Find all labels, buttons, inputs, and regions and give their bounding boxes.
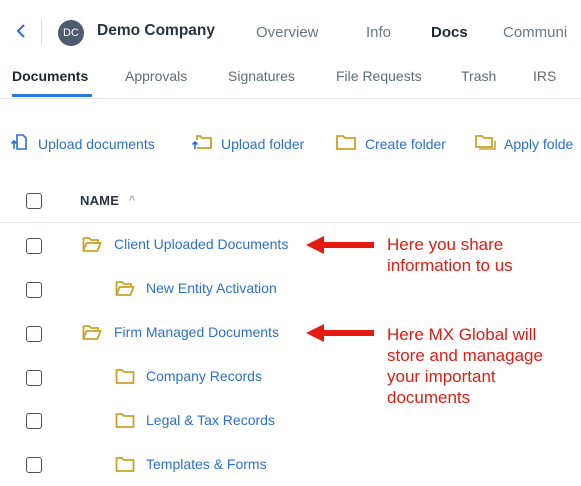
- folder-icon: [115, 456, 135, 472]
- row-checkbox[interactable]: [26, 370, 42, 386]
- upload-file-icon: [10, 132, 30, 157]
- folder-name[interactable]: Client Uploaded Documents: [114, 236, 288, 252]
- name-header-label: NAME: [80, 193, 120, 208]
- active-tab-indicator: [12, 94, 92, 97]
- folder-icon: [335, 133, 357, 156]
- company-avatar: DC: [58, 20, 84, 46]
- folder-name[interactable]: New Entity Activation: [146, 280, 277, 296]
- row-checkbox[interactable]: [26, 413, 42, 429]
- folder-template-icon: [474, 133, 496, 156]
- folder-open-icon: [115, 280, 135, 296]
- table-row[interactable]: [0, 442, 581, 486]
- subtab-file-requests[interactable]: File Requests: [336, 68, 422, 84]
- folder-name[interactable]: Legal & Tax Records: [146, 412, 275, 428]
- company-name[interactable]: Demo Company: [97, 22, 215, 40]
- folder-icon: [115, 412, 135, 428]
- select-all-checkbox[interactable]: [26, 193, 42, 209]
- sort-ascending-icon: ^: [128, 193, 136, 208]
- apply-folder-label: Apply folde: [504, 136, 574, 152]
- apply-folder-template-button[interactable]: Apply folde: [474, 134, 573, 154]
- back-chevron-icon[interactable]: [14, 20, 28, 42]
- upload-folder-icon: [191, 132, 213, 157]
- folder-open-icon: [82, 324, 102, 340]
- name-column-header[interactable]: NAME ^: [80, 193, 135, 208]
- tab-overview[interactable]: Overview: [256, 24, 319, 41]
- annotation-firm-managed: Here MX Global will store and managage y…: [387, 325, 543, 407]
- create-folder-label: Create folder: [365, 136, 446, 152]
- tab-docs[interactable]: Docs: [431, 24, 468, 41]
- red-arrow-icon: [306, 324, 374, 342]
- row-checkbox[interactable]: [26, 238, 42, 254]
- row-checkbox[interactable]: [26, 457, 42, 473]
- subtab-trash[interactable]: Trash: [461, 68, 496, 84]
- folder-name[interactable]: Company Records: [146, 368, 262, 384]
- row-checkbox[interactable]: [26, 326, 42, 342]
- top-navigation: DC Demo Company Overview Info Docs Commu…: [0, 0, 581, 62]
- subtab-signatures[interactable]: Signatures: [228, 68, 295, 84]
- red-arrow-icon: [306, 236, 374, 254]
- folder-name[interactable]: Firm Managed Documents: [114, 324, 279, 340]
- annotation-client-uploaded: Here you share information to us: [387, 235, 513, 275]
- folder-icon: [115, 368, 135, 384]
- upload-documents-label: Upload documents: [38, 136, 155, 152]
- upload-folder-button[interactable]: Upload folder: [191, 134, 304, 154]
- tab-communications[interactable]: Communi: [503, 24, 567, 41]
- subtab-documents[interactable]: Documents: [12, 68, 88, 84]
- folder-name[interactable]: Templates & Forms: [146, 456, 267, 472]
- upload-documents-button[interactable]: Upload documents: [10, 132, 155, 157]
- subtab-irs[interactable]: IRS: [533, 68, 556, 84]
- divider: [41, 19, 42, 45]
- row-checkbox[interactable]: [26, 282, 42, 298]
- create-folder-button[interactable]: Create folder: [335, 134, 446, 154]
- folder-open-icon: [82, 236, 102, 252]
- subtab-approvals[interactable]: Approvals: [125, 68, 187, 84]
- tab-info[interactable]: Info: [366, 24, 391, 41]
- upload-folder-label: Upload folder: [221, 136, 305, 152]
